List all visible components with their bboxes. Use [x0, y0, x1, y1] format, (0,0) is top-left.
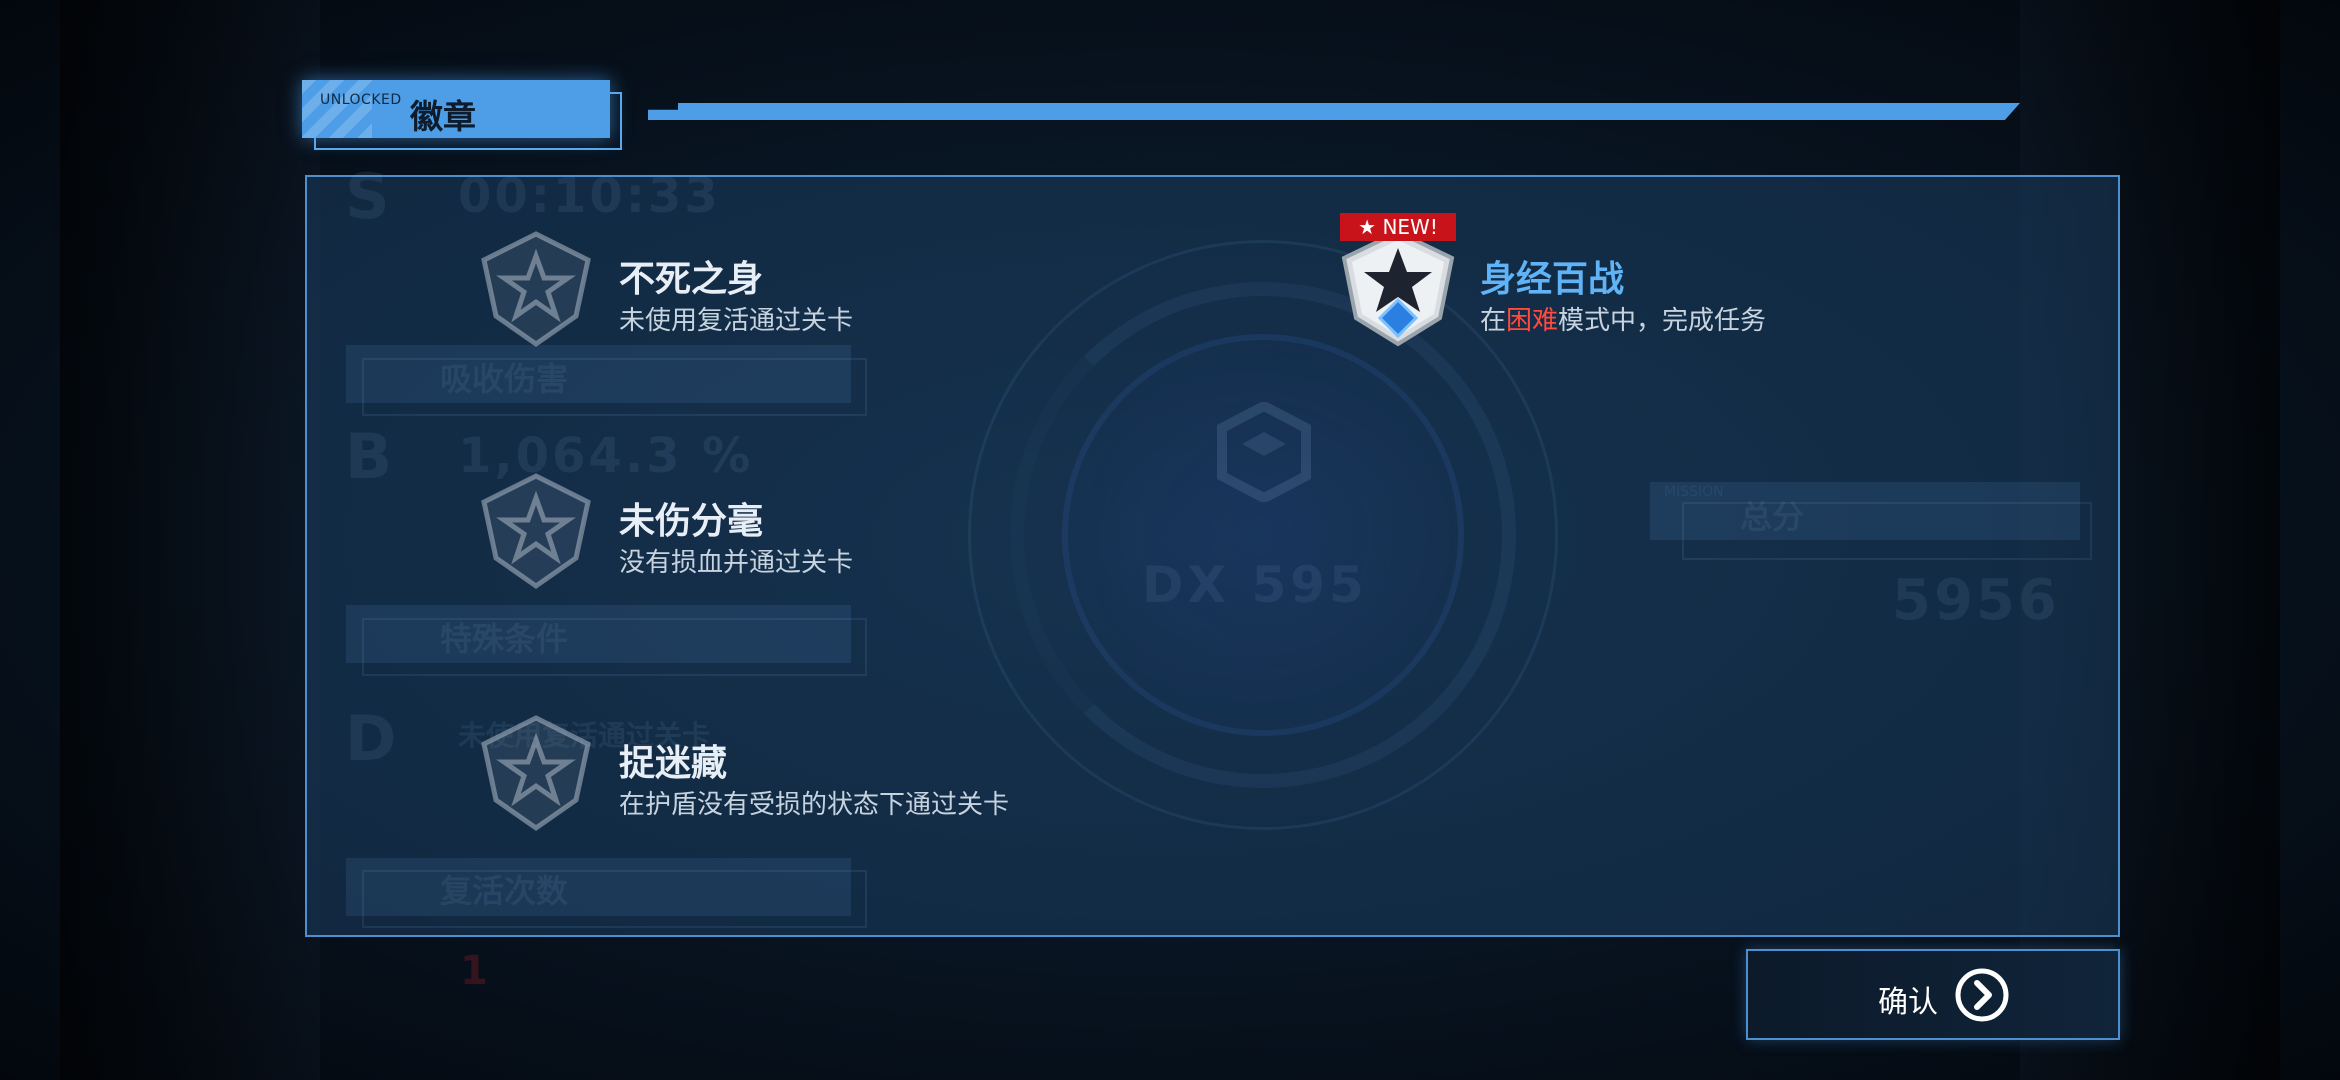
confirm-button[interactable]: 确认	[1746, 949, 2120, 1040]
emblem-text: DX 595	[1142, 556, 1368, 614]
special-label: 特殊条件	[440, 620, 569, 658]
confirm-label: 确认	[1878, 985, 1938, 1020]
badge-name: 未伤分毫	[619, 501, 764, 542]
chevron-right-circle-icon	[1955, 968, 2009, 1022]
absorb-label: 吸收伤害	[440, 360, 569, 398]
difficulty-highlight: 困难	[1506, 306, 1559, 336]
header-tab-stripes	[302, 80, 372, 138]
emblem-cube-icon	[1217, 402, 1311, 502]
badge-name: 不死之身	[619, 259, 764, 300]
total-value: 5956	[1892, 568, 2060, 633]
badge-star-shield-icon	[481, 473, 591, 590]
special-label-frame	[362, 618, 867, 676]
rank-s: S	[345, 160, 390, 233]
mission-tag: MISSION	[1664, 484, 1724, 500]
rank-b: B	[345, 420, 393, 493]
new-badge-desc-suffix: 模式中，完成任务	[1558, 306, 1767, 336]
badge-star-shield-icon	[481, 715, 591, 832]
page-title: 徽章	[410, 97, 476, 136]
new-badge-desc: 在困难模式中，完成任务	[1480, 300, 1766, 337]
absorb-label-frame	[362, 358, 867, 416]
revive-label: 复活次数	[440, 872, 569, 910]
unlocked-label: UNLOCKED	[320, 92, 402, 108]
new-badge-desc-prefix: 在	[1480, 306, 1507, 336]
time-value: 00:10:33	[458, 168, 721, 224]
emblem-inner-ring	[1062, 334, 1464, 736]
header-bar	[648, 103, 2020, 120]
badge-desc: 在护盾没有受损的状态下通过关卡	[619, 790, 1010, 820]
badge-medal-icon	[1341, 229, 1455, 347]
new-flag: ★ NEW!	[1340, 213, 1456, 241]
rank-d: D	[345, 702, 397, 775]
background-left-shade	[60, 0, 320, 1080]
badge-star-shield-icon	[481, 231, 591, 348]
total-label: 总分	[1740, 498, 1805, 536]
revive-value: 1	[460, 948, 488, 994]
badge-desc: 未使用复活通过关卡	[619, 306, 854, 336]
new-badge-name: 身经百战	[1480, 259, 1625, 300]
badge-name: 捉迷藏	[619, 743, 728, 784]
revive-label-frame	[362, 870, 867, 928]
badge-desc: 没有损血并通过关卡	[619, 548, 854, 578]
